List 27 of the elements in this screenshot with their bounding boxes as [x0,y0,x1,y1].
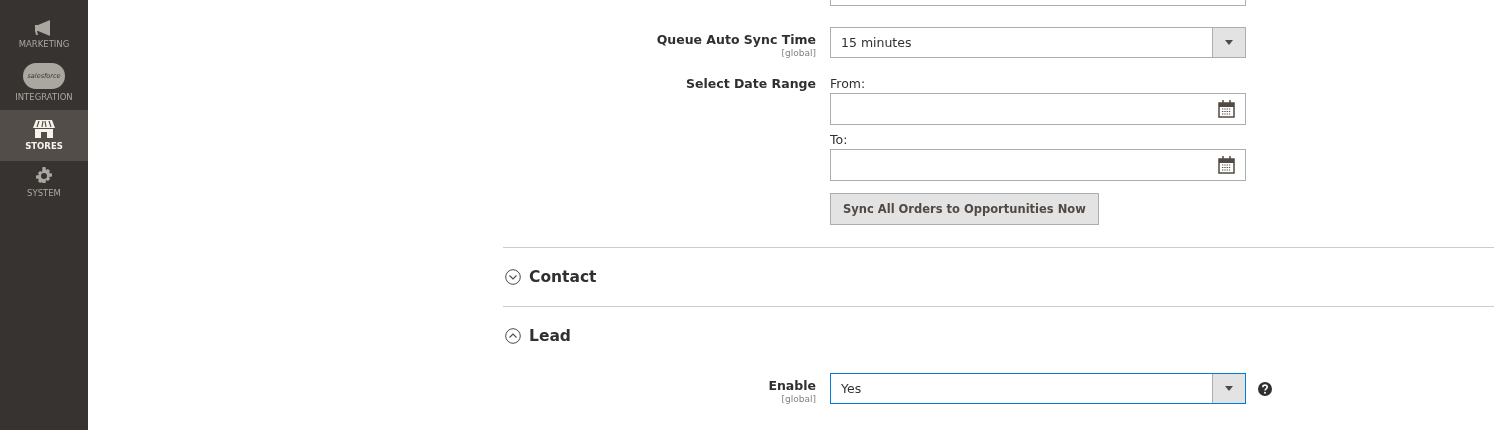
section-title[interactable]: Lead [529,327,571,345]
sidebar-item[interactable]: MARKETING [0,14,88,57]
field-label: Select Date Range [686,76,816,91]
field-label: Queue Auto Sync Time [656,32,816,47]
field-label: Enable [768,378,816,393]
date-field[interactable] [830,149,1246,181]
dropdown-caret-icon [1225,40,1233,45]
expand-icon[interactable] [505,269,521,285]
select-field[interactable]: 15 minutes [830,27,1246,58]
scope-label: [global] [781,48,816,58]
calendar-icon[interactable] [1218,100,1235,118]
select-field[interactable] [830,0,1246,6]
date-field[interactable] [830,93,1246,125]
from-label: From: [830,76,867,91]
to-label: To: [830,132,849,147]
section-title[interactable]: Contact [529,268,597,286]
sidebar-item[interactable]: STORES [0,110,88,161]
sidebar-item[interactable]: SYSTEM [0,161,88,206]
storefront-icon [33,120,55,138]
collapse-icon[interactable] [505,328,521,344]
settings-icon [35,167,53,185]
dropdown-caret-icon [1225,386,1233,391]
calendar-icon[interactable] [1218,156,1235,174]
select-field[interactable]: Yes [830,373,1246,404]
scope-label: [global] [781,394,816,404]
sync-button[interactable]: Sync All Orders to Opportunities Now [830,193,1099,225]
help-icon[interactable] [1258,381,1272,396]
